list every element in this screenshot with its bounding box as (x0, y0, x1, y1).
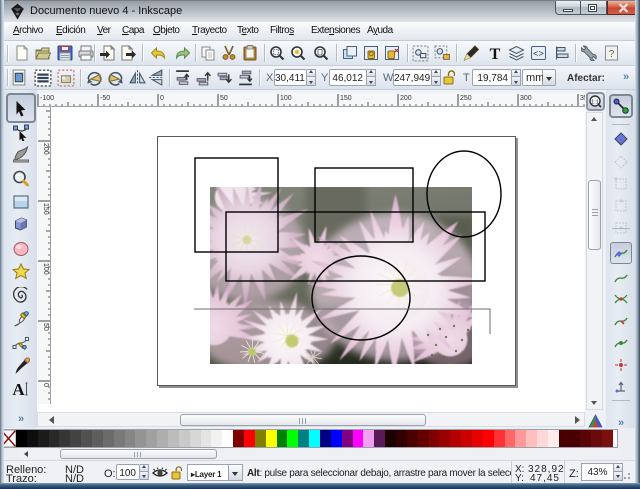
svg-text:1:1: 1:1 (591, 100, 599, 106)
svg-text:300: 300 (520, 95, 532, 102)
svg-text:50: 50 (220, 95, 228, 102)
svg-text:150: 150 (42, 203, 49, 215)
svg-text:200: 200 (400, 95, 412, 102)
svg-text:0: 0 (160, 95, 164, 102)
svg-text:<>: <> (533, 50, 544, 60)
svg-text:-100: -100 (40, 95, 54, 102)
svg-text:-50: -50 (100, 95, 110, 102)
svg-text:?: ? (609, 49, 615, 60)
svg-text:100: 100 (42, 263, 49, 275)
svg-text:350: 350 (580, 95, 585, 102)
svg-text:50: 50 (42, 323, 49, 331)
svg-text:T: T (490, 46, 501, 61)
svg-text:100: 100 (280, 95, 292, 102)
svg-text:200: 200 (42, 143, 49, 155)
svg-text:0: 0 (42, 383, 49, 387)
svg-text:150: 150 (340, 95, 352, 102)
svg-text:A: A (12, 380, 25, 398)
svg-text:250: 250 (460, 95, 472, 102)
